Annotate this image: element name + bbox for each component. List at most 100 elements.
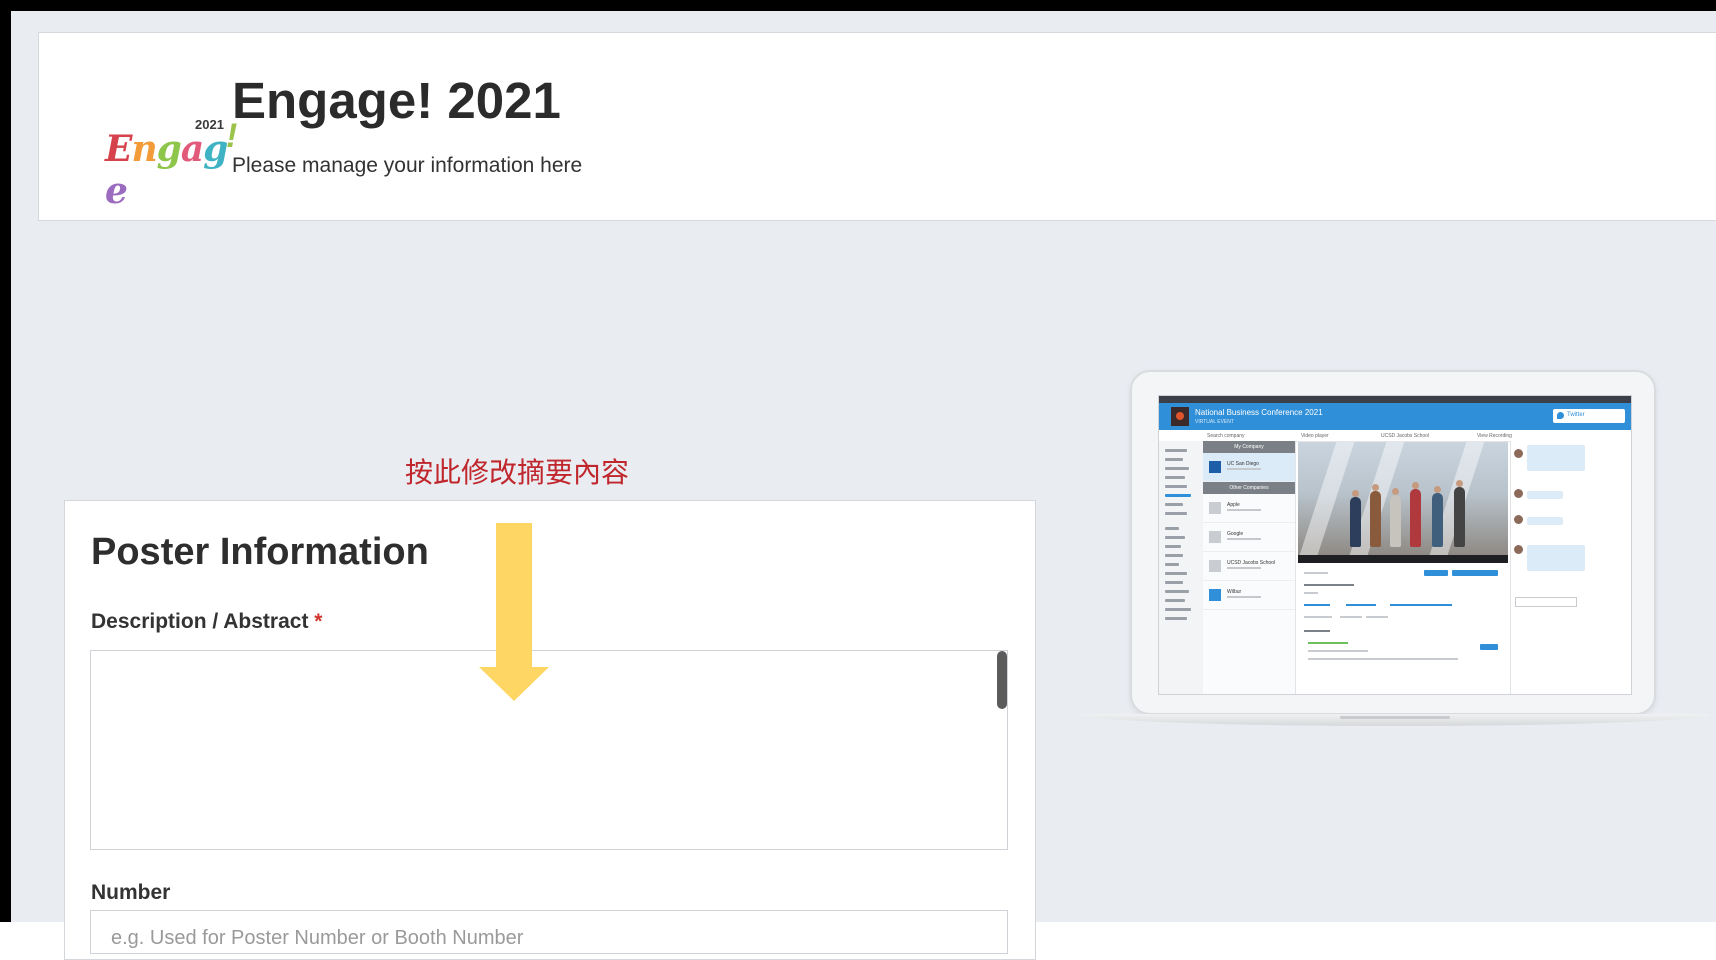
required-asterisk: *: [314, 610, 323, 633]
page-subtitle: Please manage your information here: [232, 154, 583, 177]
mock-info-line: [1390, 604, 1452, 606]
page-header: Engage 2021 ! Engage! 2021 Please manage…: [38, 32, 1716, 221]
edit-abstract-annotation: 按此修改摘要內容: [405, 456, 630, 489]
logo-year: 2021: [195, 117, 224, 132]
mock-info-line: [1304, 604, 1330, 606]
mock-side-item: [1165, 512, 1187, 515]
mock-video-person: [1410, 489, 1421, 547]
mock-company-row: Wilbur: [1203, 581, 1295, 610]
mock-video-controls: [1298, 555, 1508, 563]
mock-company-row: UC San Diego: [1203, 453, 1295, 482]
page-title: Engage! 2021: [232, 72, 561, 129]
mock-side-item: [1165, 527, 1179, 530]
mock-chat-bubble: [1527, 545, 1585, 571]
mock-side-item: [1165, 467, 1189, 470]
mock-brand-logo-icon: [1171, 407, 1189, 426]
mock-side-item: [1165, 485, 1187, 488]
mock-side-item: [1165, 503, 1183, 506]
mock-chat-panel: [1510, 441, 1631, 694]
mock-twitter-button: Twitter: [1553, 409, 1625, 423]
mock-video-person: [1370, 491, 1381, 547]
mock-video-player: [1298, 442, 1508, 555]
mock-chat-input: [1515, 597, 1577, 607]
poster-information-card: Poster Information Description / Abstrac…: [64, 500, 1036, 960]
description-abstract-textarea[interactable]: [90, 650, 1008, 850]
mock-chat-bubble: [1527, 517, 1563, 525]
twitter-bird-icon: [1557, 412, 1564, 419]
mock-company-meta: [1227, 567, 1261, 569]
mock-info-button: [1480, 644, 1498, 650]
mock-twitter-label: Twitter: [1567, 412, 1585, 418]
poster-section-title: Poster Information: [91, 531, 429, 573]
mock-company-row: Apple: [1203, 494, 1295, 523]
mock-list-header: My Company: [1203, 441, 1295, 453]
mock-tab: Video player: [1301, 433, 1329, 439]
mock-company-name: Google: [1227, 531, 1244, 537]
mock-company-name: UC San Diego: [1227, 461, 1259, 467]
mock-tab: Search company: [1207, 433, 1245, 439]
mock-video-person-head: [1434, 486, 1441, 493]
mock-brand-bar: National Business Conference 2021 VIRTUA…: [1159, 403, 1631, 430]
mock-chat-bubble: [1527, 491, 1563, 499]
mock-brand-subtitle: VIRTUAL EVENT: [1195, 419, 1234, 425]
mock-video-person: [1432, 493, 1443, 547]
laptop-screen: National Business Conference 2021 VIRTUA…: [1158, 395, 1632, 695]
mock-company-name: Apple: [1227, 502, 1240, 508]
mock-company-meta: [1227, 468, 1261, 470]
mock-company-name: UCSD Jacobs School: [1227, 560, 1276, 566]
mock-tab: UCSD Jacobs School: [1381, 433, 1430, 439]
mock-side-item: [1165, 590, 1189, 593]
mock-chat-avatar: [1514, 449, 1523, 458]
mock-company-meta: [1227, 509, 1261, 511]
mock-company-meta: [1227, 538, 1261, 540]
mock-side-item: [1165, 545, 1181, 548]
mock-side-item: [1165, 572, 1187, 575]
mock-brand-title: National Business Conference 2021: [1195, 408, 1323, 417]
mock-video-person-head: [1392, 488, 1399, 495]
mock-video-person-head: [1372, 484, 1379, 491]
mock-chat-avatar: [1514, 545, 1523, 554]
mock-topbar: [1159, 396, 1631, 403]
mock-info-line: [1304, 572, 1328, 574]
mock-video-person-head: [1456, 480, 1463, 487]
laptop-notch: [1340, 716, 1450, 719]
mock-side-item: [1165, 536, 1185, 539]
mock-info-line: [1304, 616, 1332, 618]
mock-video-person-head: [1412, 482, 1419, 489]
mock-info-button: [1452, 570, 1498, 576]
mock-company-list: My Company UC San Diego Other Companies …: [1203, 441, 1296, 694]
number-input[interactable]: [90, 910, 1008, 954]
mock-video-light: [1299, 442, 1355, 555]
mock-company-info: [1298, 566, 1508, 694]
mock-side-item: [1165, 599, 1185, 602]
mock-company-meta: [1227, 596, 1261, 598]
mock-info-line: [1308, 642, 1348, 644]
mock-side-item: [1165, 581, 1183, 584]
mock-info-line: [1304, 630, 1330, 632]
mock-info-line: [1346, 604, 1376, 606]
mock-info-line: [1340, 616, 1362, 618]
description-label-text: Description / Abstract: [91, 610, 309, 633]
mock-info-line: [1304, 592, 1318, 594]
mock-tab: View Recording: [1477, 433, 1512, 439]
mock-company-row: Google: [1203, 523, 1295, 552]
mock-video-person-head: [1352, 490, 1359, 497]
mock-chat-bubble: [1527, 445, 1585, 471]
number-label: Number: [91, 881, 171, 904]
page-frame: Engage 2021 ! Engage! 2021 Please manage…: [0, 0, 1716, 960]
laptop-mockup-image: National Business Conference 2021 VIRTUA…: [1080, 370, 1710, 730]
description-label: Description / Abstract *: [91, 610, 322, 634]
mock-side-item: [1165, 476, 1185, 479]
textarea-scrollbar[interactable]: [997, 651, 1007, 709]
mock-video-person: [1350, 497, 1361, 547]
logo-wordmark: Engage: [105, 128, 228, 212]
mock-company-logo: [1209, 531, 1221, 543]
mock-info-button: [1424, 570, 1448, 576]
mock-sidebar: [1159, 441, 1204, 694]
mock-info-line: [1366, 616, 1388, 618]
yellow-down-arrow-icon: [479, 523, 549, 701]
mock-company-row: UCSD Jacobs School: [1203, 552, 1295, 581]
mock-info-line: [1308, 658, 1458, 660]
mock-company-logo: [1209, 589, 1221, 601]
mock-side-item: [1165, 554, 1183, 557]
